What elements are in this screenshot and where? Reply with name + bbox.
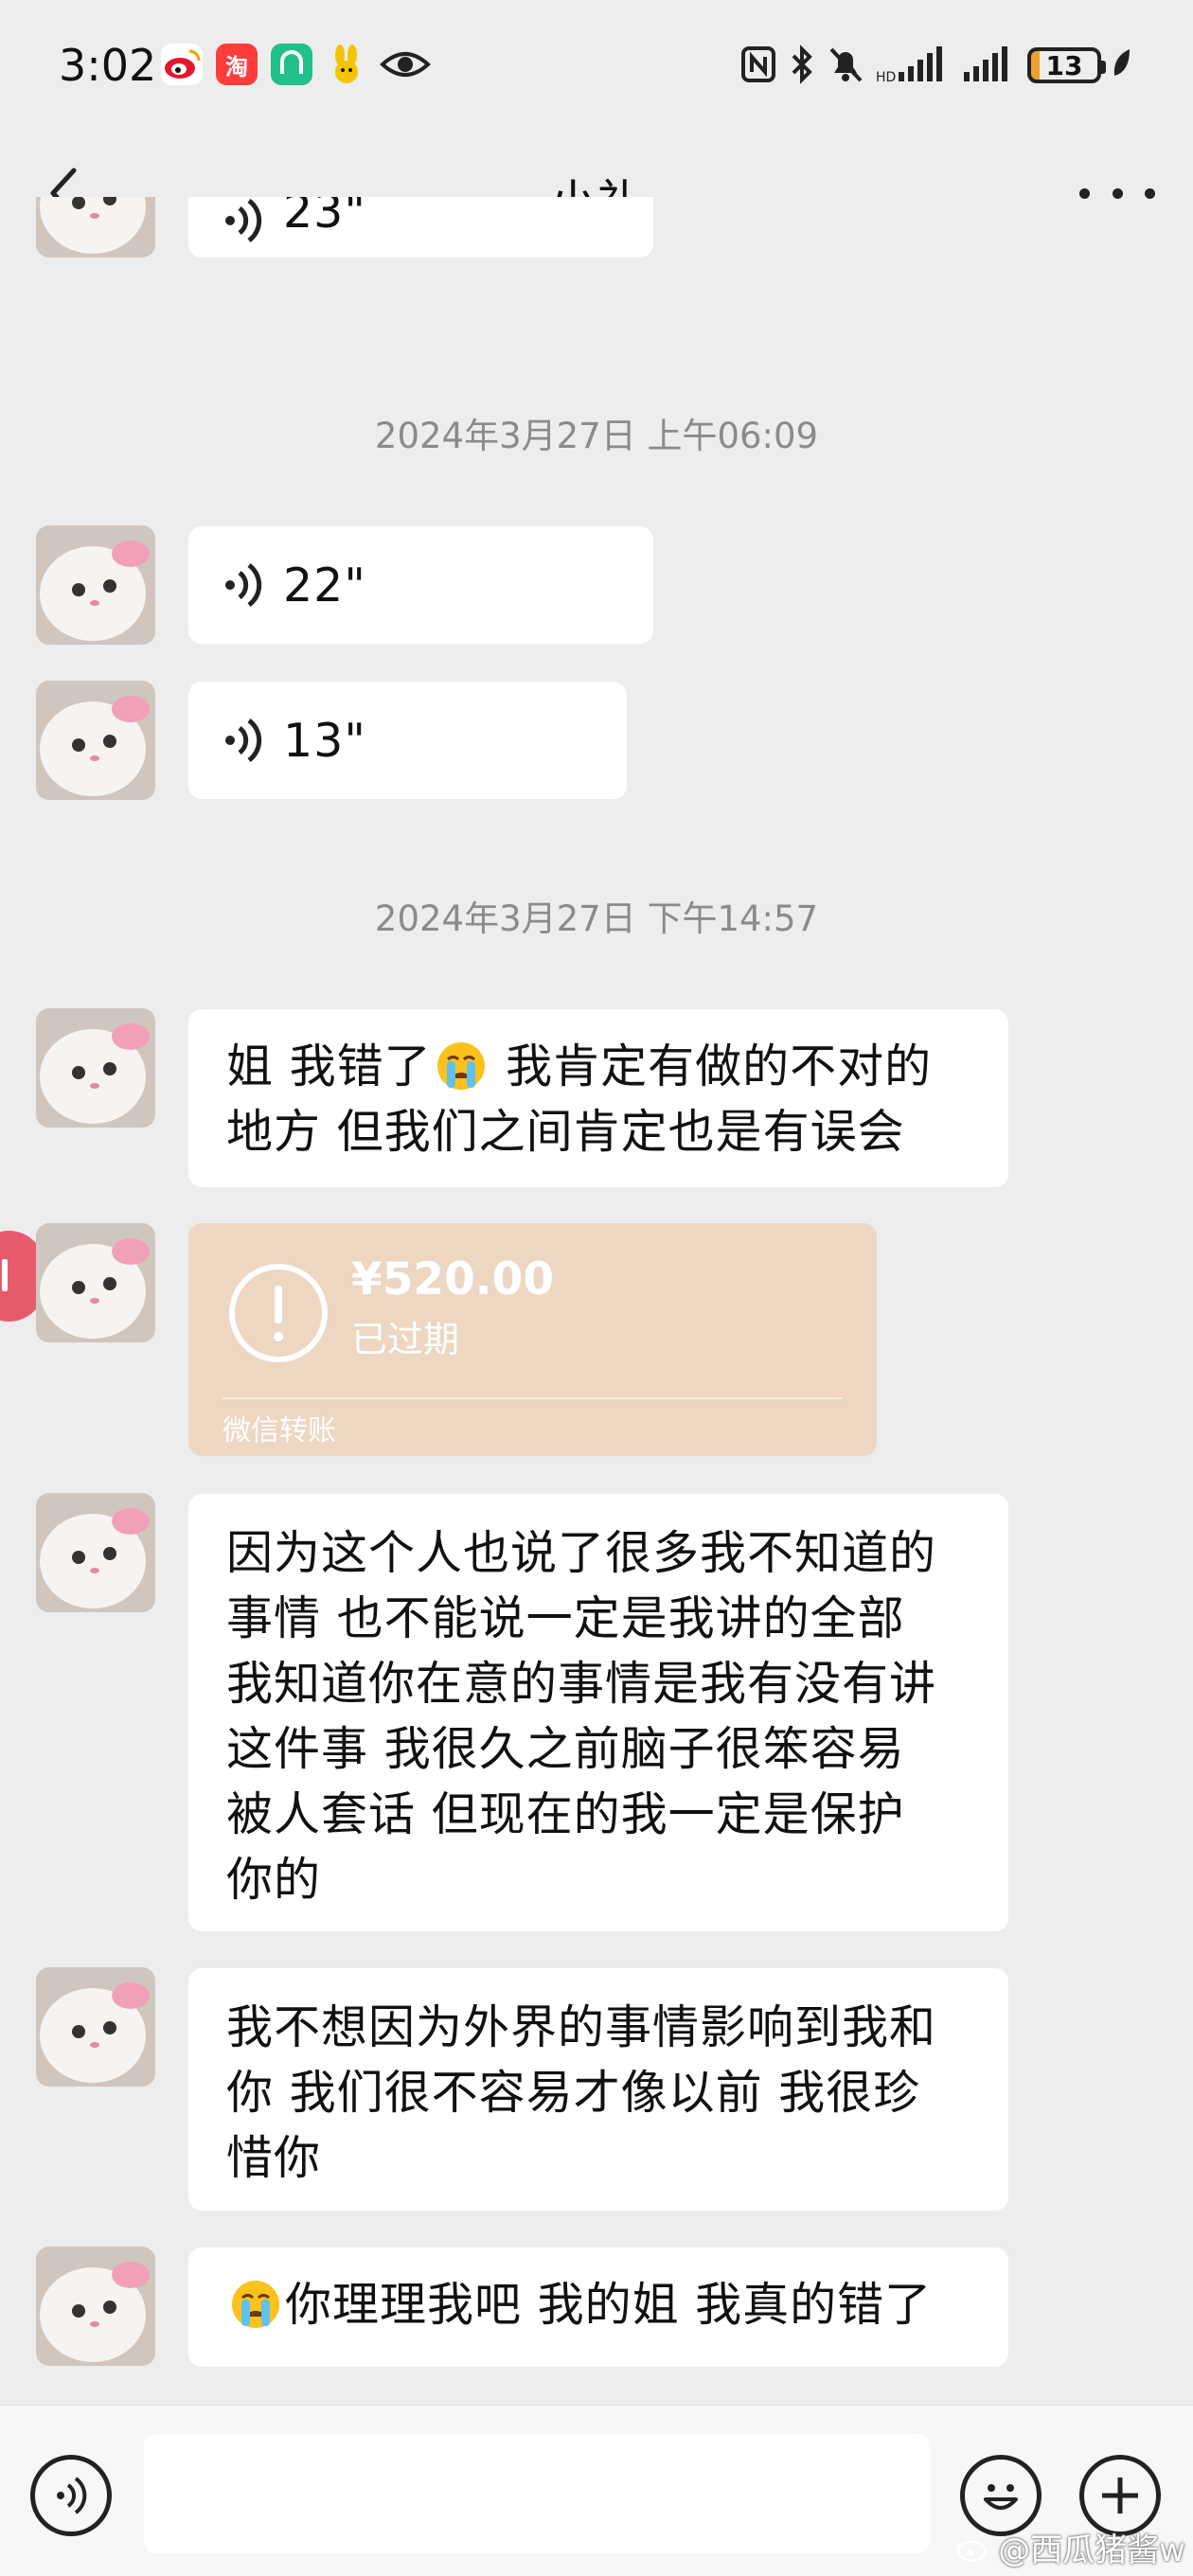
divider	[223, 1397, 843, 1399]
transfer-status: 已过期	[351, 1319, 460, 1360]
watermark: @西瓜猪酱w	[954, 2524, 1185, 2570]
message-line: 姐 我错了 我肯定有做的不对的	[226, 1039, 933, 1093]
voice-wave-icon	[57, 2477, 87, 2514]
transfer-card[interactable]: ¥520.00 已过期 微信转账	[188, 1223, 877, 1456]
voice-wave-icon	[225, 562, 262, 608]
message-line: 你的	[226, 1853, 322, 1907]
weibo-icon	[956, 2539, 988, 2562]
message-line: 我知道你在意的事情是我有没有讲	[226, 1657, 937, 1711]
avatar[interactable]	[36, 525, 155, 645]
voice-message[interactable]: 22"	[188, 526, 653, 644]
message-line: 你理理我吧 我的姐 我真的错了	[226, 2272, 970, 2337]
message-line: 惜你	[226, 2131, 322, 2185]
voice-duration: 13"	[283, 713, 366, 768]
exclamation-circle-icon	[229, 1264, 328, 1362]
status-bar: 3:02 淘 HD 13	[0, 0, 1193, 133]
status-time: 3:02	[59, 40, 157, 91]
message-line: 被人套话 但现在的我一定是保护	[226, 1787, 905, 1841]
more-dot-icon	[1145, 187, 1155, 199]
message-line: 事情 也不能说一定是我讲的全部	[226, 1591, 905, 1645]
timestamp: 2024年3月27日 下午14:57	[374, 898, 819, 939]
crying-emoji-icon	[232, 2281, 279, 2328]
voice-input-button[interactable]	[30, 2455, 112, 2536]
bluetooth-icon	[786, 44, 818, 85]
avatar[interactable]	[36, 1967, 155, 2087]
voice-message[interactable]: 13"	[188, 682, 627, 799]
taobao-icon: 淘	[216, 44, 258, 85]
timestamp: 2024年3月27日 上午06:09	[374, 416, 819, 456]
text-message[interactable]: 姐 我错了 我肯定有做的不对的 地方 但我们之间肯定也是有误会	[188, 1009, 1008, 1187]
avatar[interactable]	[36, 2247, 155, 2366]
text-message[interactable]: 因为这个人也说了很多我不知道的 事情 也不能说一定是我讲的全部 我知道你在意的事…	[188, 1494, 1008, 1931]
transfer-label: 微信转账	[223, 1414, 336, 1448]
leaf-icon	[1110, 44, 1134, 85]
weibo-icon	[161, 44, 203, 85]
mute-bell-icon	[826, 44, 865, 85]
signal-icon-2	[962, 44, 1015, 85]
voice-duration: 22"	[283, 558, 366, 613]
message-line: 这件事 我很久之前脑子很笨容易	[226, 1722, 905, 1776]
more-dot-icon	[1112, 187, 1123, 199]
more-button[interactable]	[1079, 159, 1155, 227]
message-line: 我不想因为外界的事情影响到我和	[226, 2000, 937, 2054]
voice-wave-icon	[225, 198, 262, 243]
plus-icon	[1102, 2478, 1138, 2514]
message-input[interactable]	[144, 2434, 930, 2553]
more-dot-icon	[1079, 187, 1090, 199]
avatar[interactable]	[36, 1223, 155, 1342]
input-toolbar: @西瓜猪酱w	[0, 2405, 1193, 2576]
transfer-amount: ¥520.00	[351, 1253, 555, 1306]
crying-emoji-icon	[436, 1042, 485, 1090]
voice-wave-icon	[225, 718, 262, 763]
avatar[interactable]	[36, 1008, 155, 1128]
avatar[interactable]	[36, 1493, 155, 1612]
bunny-icon	[326, 44, 367, 85]
svg-text:HD: HD	[876, 70, 896, 83]
battery-indicator: 13	[1027, 47, 1106, 83]
message-line: 你 我们很不容易才像以前 我很珍	[226, 2066, 921, 2120]
text-message[interactable]: 你理理我吧 我的姐 我真的错了	[188, 2247, 1008, 2367]
message-line: 因为这个人也说了很多我不知道的	[226, 1526, 937, 1580]
smiley-icon	[984, 2484, 1018, 2510]
eye-icon	[379, 44, 432, 85]
app-icon	[271, 44, 312, 85]
avatar[interactable]	[36, 681, 155, 800]
nfc-icon	[739, 44, 778, 85]
signal-icon-1: HD	[876, 44, 944, 85]
message-line: 地方 但我们之间肯定也是有误会	[226, 1105, 905, 1159]
text-message[interactable]: 我不想因为外界的事情影响到我和 你 我们很不容易才像以前 我很珍 惜你	[188, 1968, 1008, 2211]
